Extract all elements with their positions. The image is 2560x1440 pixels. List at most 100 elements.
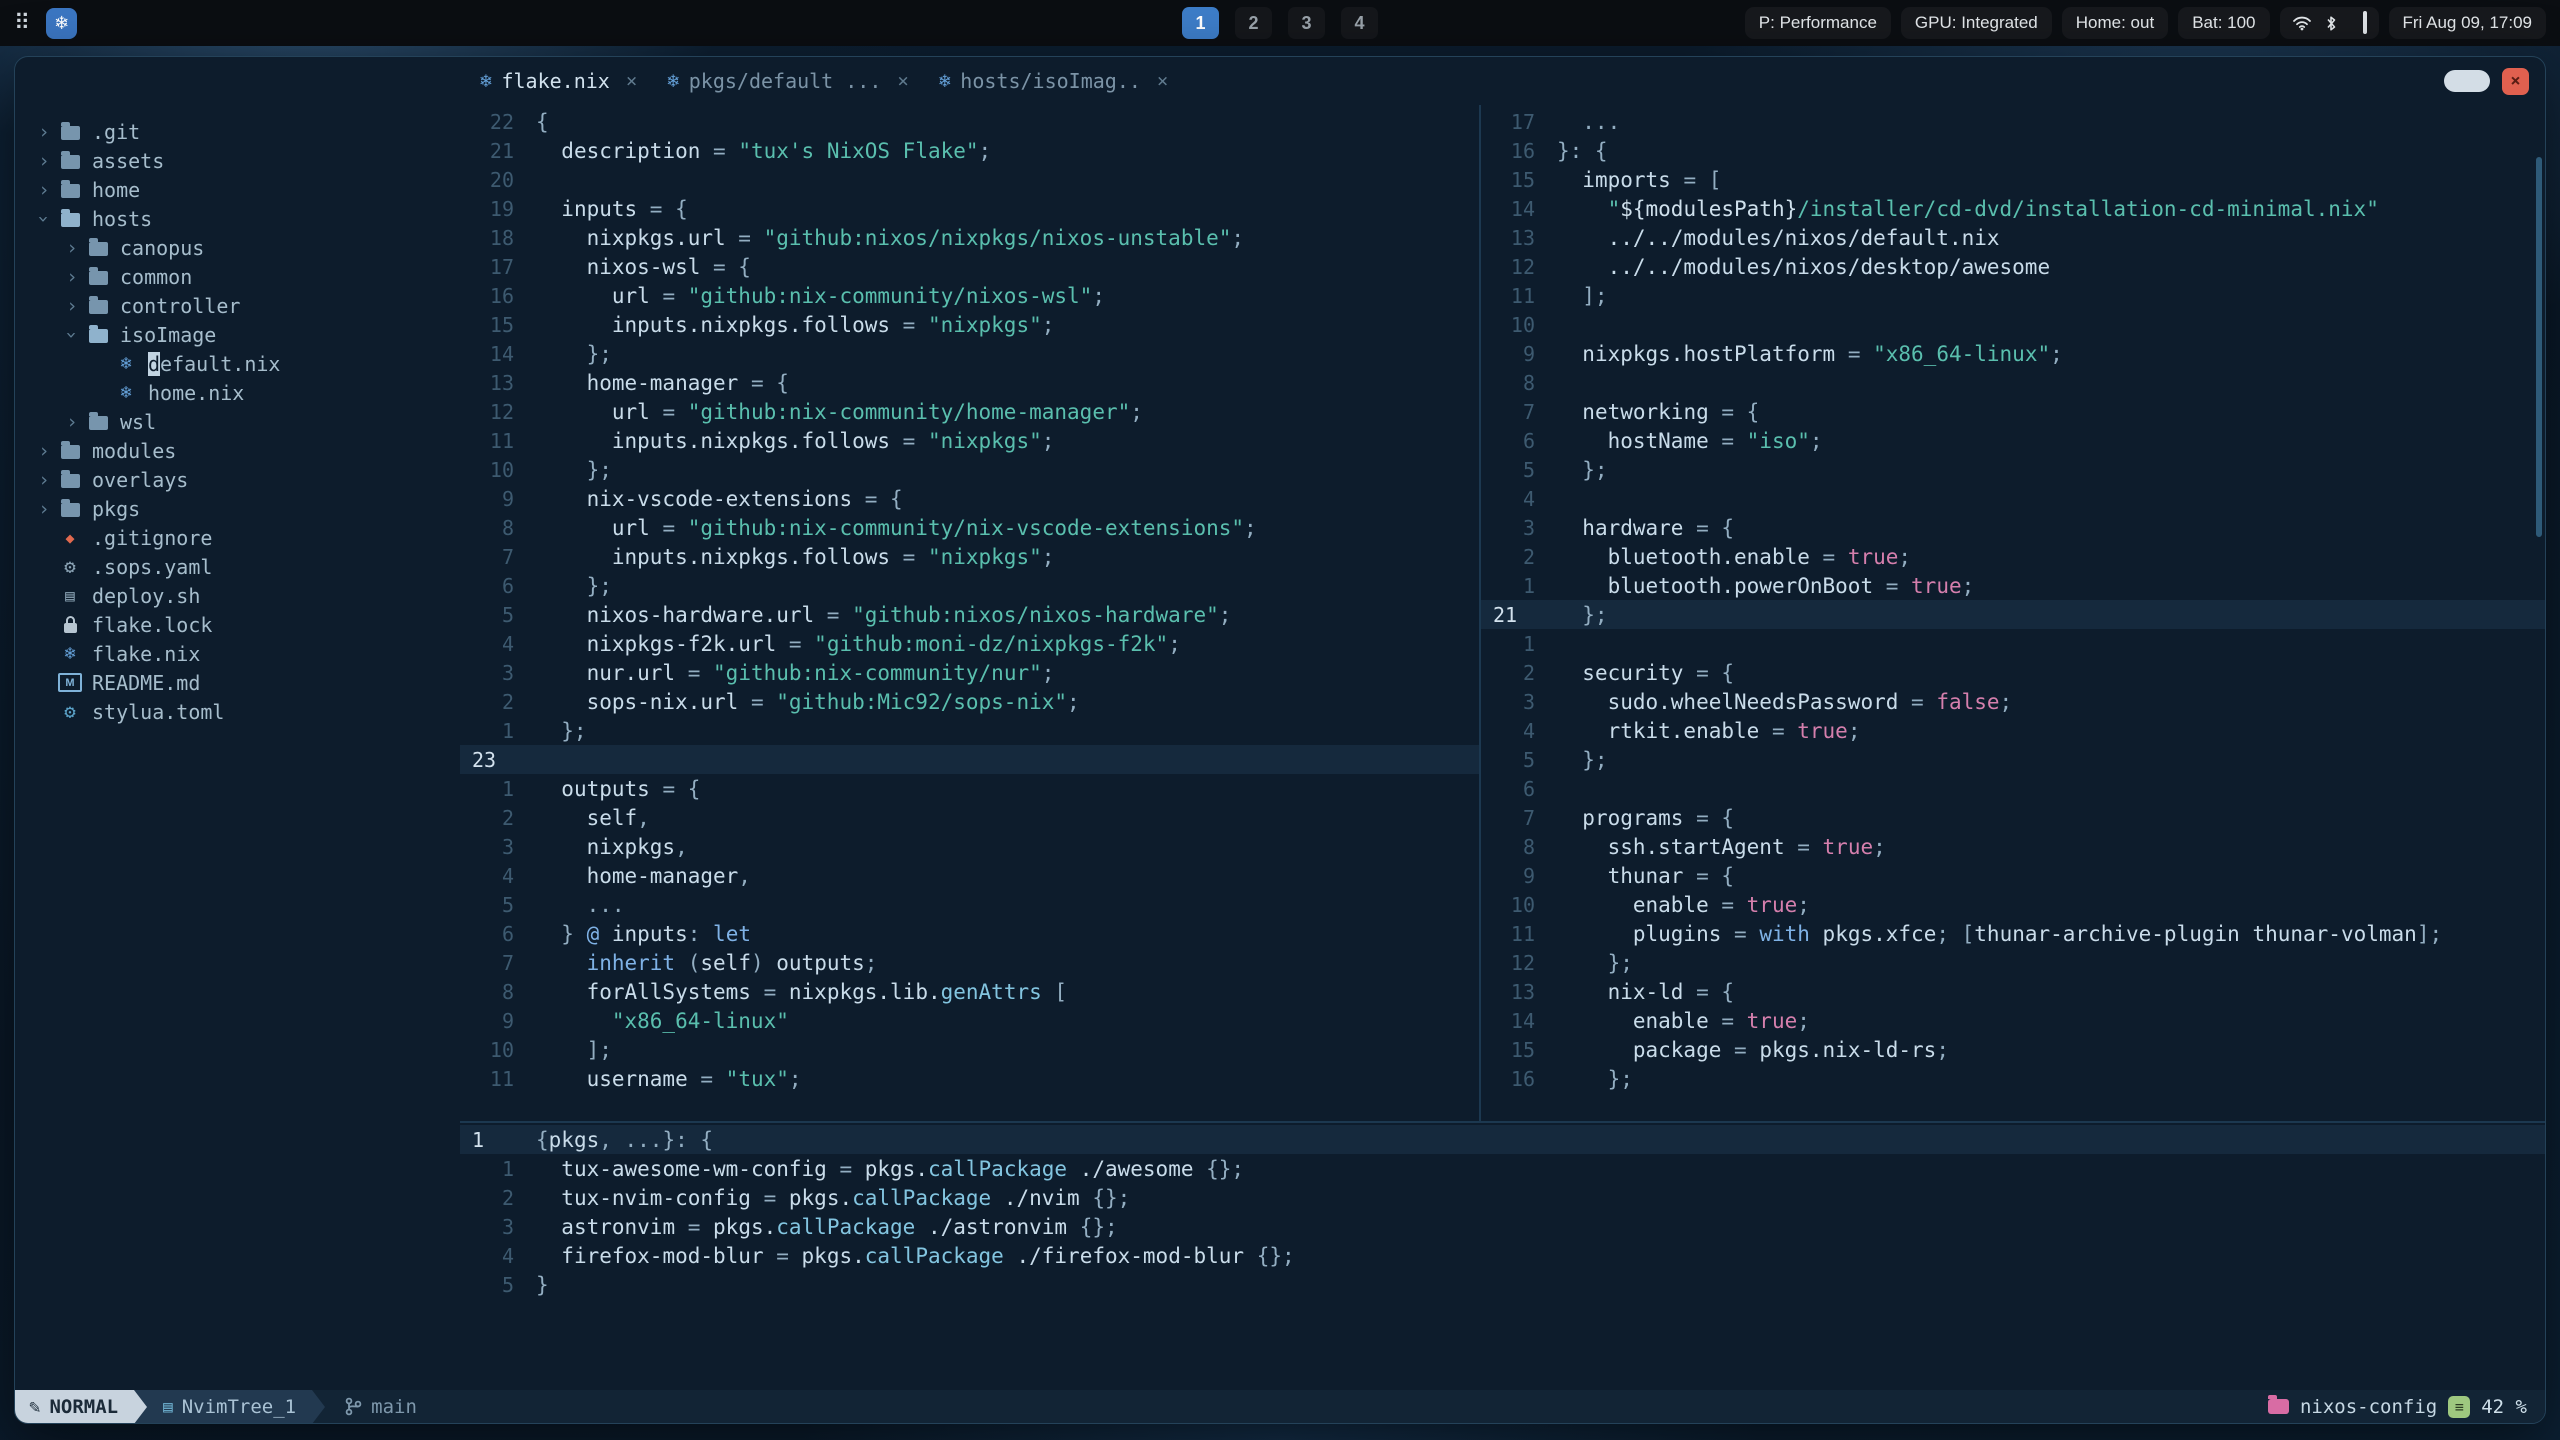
code-line[interactable]: 8 url = "github:nix-community/nix-vscode… xyxy=(460,513,1479,542)
code-line[interactable]: 21 }; xyxy=(1481,600,2545,629)
tree-item-isoimage[interactable]: › isoImage xyxy=(15,320,460,349)
code-line[interactable]: 6 }; xyxy=(460,571,1479,600)
code-line[interactable]: 4 nixpkgs-f2k.url = "github:moni-dz/nixp… xyxy=(460,629,1479,658)
code-line[interactable]: 7 networking = { xyxy=(1481,397,2545,426)
code-line[interactable]: 9 "x86_64-linux" xyxy=(460,1006,1479,1035)
code-line[interactable]: 9 nix-vscode-extensions = { xyxy=(460,484,1479,513)
code-line[interactable]: 1 bluetooth.powerOnBoot = true; xyxy=(1481,571,2545,600)
code-line[interactable]: 1 xyxy=(1481,629,2545,658)
code-line[interactable]: 5 ... xyxy=(460,890,1479,919)
code-line[interactable]: 5 nixos-hardware.url = "github:nixos/nix… xyxy=(460,600,1479,629)
tab-2[interactable]: ❄ pkgs/default ... × xyxy=(667,69,909,93)
tree-item-wsl[interactable]: › wsl xyxy=(15,407,460,436)
editor-pane-flake[interactable]: 22{21 description = "tux's NixOS Flake";… xyxy=(460,105,1479,1121)
code-line[interactable]: 14 enable = true; xyxy=(1481,1006,2545,1035)
tab-1[interactable]: ❄ flake.nix × xyxy=(480,69,637,93)
code-line[interactable]: 14 }; xyxy=(460,339,1479,368)
tree-item-overlays[interactable]: › overlays xyxy=(15,465,460,494)
code-line[interactable]: 7 inputs.nixpkgs.follows = "nixpkgs"; xyxy=(460,542,1479,571)
tree-item--git[interactable]: › .git xyxy=(15,117,460,146)
apps-grid-icon[interactable]: ⠿ xyxy=(14,12,30,34)
workspace-button-2[interactable]: 2 xyxy=(1235,7,1272,39)
code-line[interactable]: 3 astronvim = pkgs.callPackage ./astronv… xyxy=(460,1212,2545,1241)
code-line[interactable]: 13 ../../modules/nixos/default.nix xyxy=(1481,223,2545,252)
code-line[interactable]: 19 inputs = { xyxy=(460,194,1479,223)
code-line[interactable]: 6 xyxy=(1481,774,2545,803)
code-line[interactable]: 1 tux-awesome-wm-config = pkgs.callPacka… xyxy=(460,1154,2545,1183)
code-line[interactable]: 11 inputs.nixpkgs.follows = "nixpkgs"; xyxy=(460,426,1479,455)
code-line[interactable]: 3 sudo.wheelNeedsPassword = false; xyxy=(1481,687,2545,716)
tree-item-pkgs[interactable]: › pkgs xyxy=(15,494,460,523)
code-line[interactable]: 23 xyxy=(460,745,1479,774)
code-line[interactable]: 7 programs = { xyxy=(1481,803,2545,832)
code-line[interactable]: 16 url = "github:nix-community/nixos-wsl… xyxy=(460,281,1479,310)
code-line[interactable]: 2 bluetooth.enable = true; xyxy=(1481,542,2545,571)
code-line[interactable]: 5 }; xyxy=(1481,745,2545,774)
code-line[interactable]: 13 nix-ld = { xyxy=(1481,977,2545,1006)
code-line[interactable]: 9 thunar = { xyxy=(1481,861,2545,890)
code-line[interactable]: 10 xyxy=(1481,310,2545,339)
workspace-button-4[interactable]: 4 xyxy=(1341,7,1378,39)
workspace-button-1[interactable]: 1 xyxy=(1182,7,1219,39)
code-line[interactable]: 16 }; xyxy=(1481,1064,2545,1093)
code-line[interactable]: 1 outputs = { xyxy=(460,774,1479,803)
code-line[interactable]: 1 }; xyxy=(460,716,1479,745)
code-line[interactable]: 13 home-manager = { xyxy=(460,368,1479,397)
tree-item--sops-yaml[interactable]: ⚙ .sops.yaml xyxy=(15,552,460,581)
tree-item-controller[interactable]: › controller xyxy=(15,291,460,320)
code-line[interactable]: 5 }; xyxy=(1481,455,2545,484)
status-module[interactable]: Home: out xyxy=(2061,7,2169,39)
tree-item-readme-md[interactable]: M README.md xyxy=(15,668,460,697)
code-line[interactable]: 8 ssh.startAgent = true; xyxy=(1481,832,2545,861)
tree-item-stylua-toml[interactable]: ⚙ stylua.toml xyxy=(15,697,460,726)
code-line[interactable]: 11 plugins = with pkgs.xfce; [thunar-arc… xyxy=(1481,919,2545,948)
code-line[interactable]: 4 rtkit.enable = true; xyxy=(1481,716,2545,745)
code-line[interactable]: 18 nixpkgs.url = "github:nixos/nixpkgs/n… xyxy=(460,223,1479,252)
code-line[interactable]: 21 description = "tux's NixOS Flake"; xyxy=(460,136,1479,165)
tab-close-icon[interactable]: × xyxy=(1157,70,1168,92)
code-line[interactable]: 3 nur.url = "github:nix-community/nur"; xyxy=(460,658,1479,687)
code-line[interactable]: 15 package = pkgs.nix-ld-rs; xyxy=(1481,1035,2545,1064)
code-line[interactable]: 4 xyxy=(1481,484,2545,513)
editor-pane-isoimage[interactable]: 17 ... 16}: {15 imports = [14 "${modulesP… xyxy=(1481,105,2545,1121)
code-line[interactable]: 1 {pkgs, ...}: { xyxy=(460,1125,2545,1154)
code-line[interactable]: 11 username = "tux"; xyxy=(460,1064,1479,1093)
tree-item-home-nix[interactable]: ❄ home.nix xyxy=(15,378,460,407)
code-line[interactable]: 17 ... xyxy=(1481,107,2545,136)
code-line[interactable]: 8 xyxy=(1481,368,2545,397)
tab-close-icon[interactable]: × xyxy=(897,70,908,92)
code-line[interactable]: 5} xyxy=(460,1270,2545,1299)
code-line[interactable]: 4 home-manager, xyxy=(460,861,1479,890)
tree-item-assets[interactable]: › assets xyxy=(15,146,460,175)
code-line[interactable]: 6 } @ inputs: let xyxy=(460,919,1479,948)
code-line[interactable]: 9 nixpkgs.hostPlatform = "x86_64-linux"; xyxy=(1481,339,2545,368)
code-line[interactable]: 10 }; xyxy=(460,455,1479,484)
scrollbar-thumb[interactable] xyxy=(2536,157,2542,537)
clock[interactable]: Fri Aug 09, 17:09 xyxy=(2388,7,2546,39)
tree-item-deploy-sh[interactable]: ▤ deploy.sh xyxy=(15,581,460,610)
code-line[interactable]: 12 ../../modules/nixos/desktop/awesome xyxy=(1481,252,2545,281)
code-line[interactable]: 15 inputs.nixpkgs.follows = "nixpkgs"; xyxy=(460,310,1479,339)
code-line[interactable]: 2 security = { xyxy=(1481,658,2545,687)
tab-3[interactable]: ❄ hosts/isoImag.. × xyxy=(939,69,1169,93)
status-module[interactable]: GPU: Integrated xyxy=(1900,7,2052,39)
code-line[interactable]: 12 url = "github:nix-community/home-mana… xyxy=(460,397,1479,426)
code-line[interactable]: 22 { xyxy=(460,107,1479,136)
tree-item--gitignore[interactable]: ◆ .gitignore xyxy=(15,523,460,552)
code-line[interactable]: 16}: { xyxy=(1481,136,2545,165)
code-line[interactable]: 14 "${modulesPath}/installer/cd-dvd/inst… xyxy=(1481,194,2545,223)
status-module[interactable]: Bat: 100 xyxy=(2178,7,2270,39)
toggle-pill-button[interactable] xyxy=(2444,70,2490,92)
tree-item-hosts[interactable]: › hosts xyxy=(15,204,460,233)
code-line[interactable]: 20 xyxy=(460,165,1479,194)
display-icon[interactable] xyxy=(2362,11,2367,34)
wifi-icon[interactable] xyxy=(2292,15,2312,31)
code-line[interactable]: 3 hardware = { xyxy=(1481,513,2545,542)
code-line[interactable]: 17 nixos-wsl = { xyxy=(460,252,1479,281)
tree-item-modules[interactable]: › modules xyxy=(15,436,460,465)
tab-close-icon[interactable]: × xyxy=(626,70,637,92)
code-line[interactable]: 2 tux-nvim-config = pkgs.callPackage ./n… xyxy=(460,1183,2545,1212)
code-line[interactable]: 2 self, xyxy=(460,803,1479,832)
tree-item-home[interactable]: › home xyxy=(15,175,460,204)
code-line[interactable]: 11 ]; xyxy=(1481,281,2545,310)
